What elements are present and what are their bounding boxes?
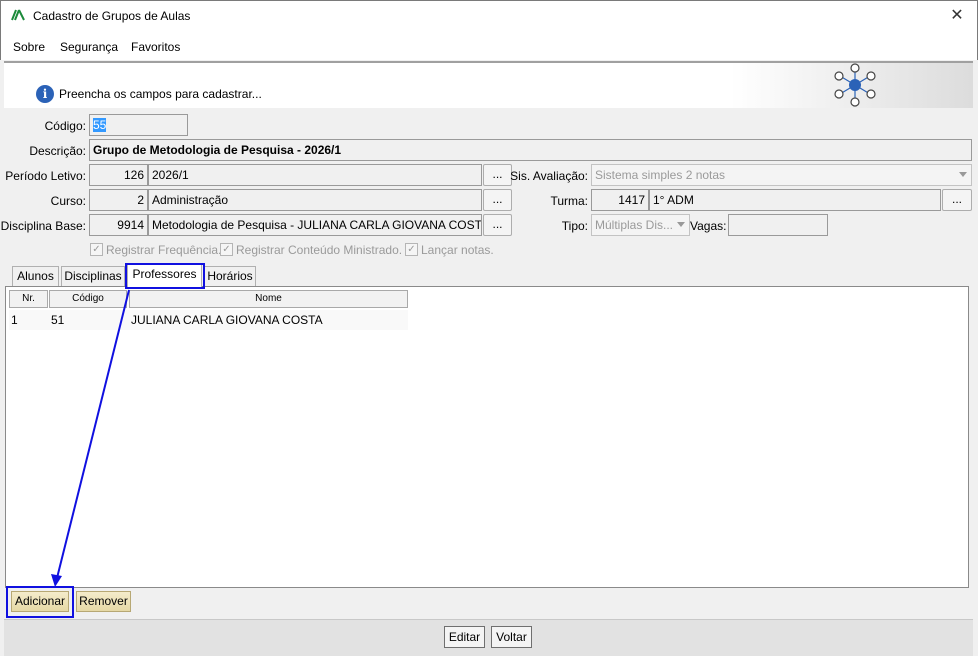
highlight-professores-tab: [125, 263, 205, 289]
annotation-arrow-icon: [51, 289, 130, 587]
editar-button[interactable]: Editar: [444, 626, 485, 648]
voltar-button[interactable]: Voltar: [491, 626, 532, 648]
footer-bar: [4, 619, 973, 656]
